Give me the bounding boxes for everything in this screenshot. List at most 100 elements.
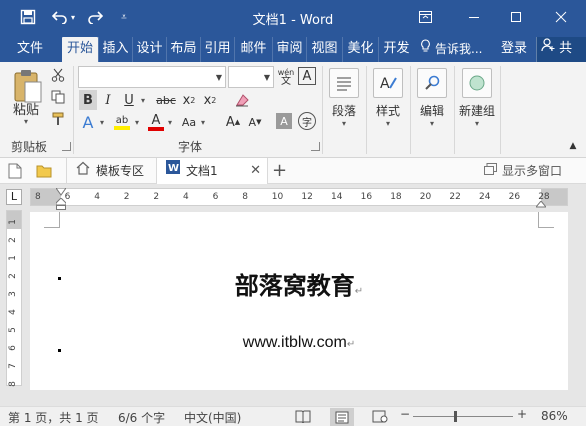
font-color-button[interactable]: A [147, 112, 165, 132]
login-link[interactable]: 登录 [501, 37, 527, 62]
zoom-level[interactable]: 86% [541, 409, 568, 423]
font-launcher-icon[interactable] [311, 142, 320, 151]
text-effects-dropdown-icon[interactable]: ▾ [97, 112, 107, 132]
subscript-button[interactable]: x2 [180, 90, 198, 110]
document-tabs-bar: 模板专区 W 文档1 ✕ + 显示多窗口 [0, 158, 586, 184]
tab-design[interactable]: 设计 [132, 37, 166, 62]
share-button[interactable]: 共 [536, 37, 586, 62]
char-shading-button[interactable]: A [276, 113, 292, 129]
tab-home[interactable]: 开始 [62, 37, 98, 62]
zoom-in-button[interactable]: + [517, 407, 527, 421]
minimize-icon[interactable] [463, 6, 485, 28]
document-heading[interactable]: 部落窝教育↵ [30, 266, 568, 301]
tab-file[interactable]: 文件 [8, 37, 52, 62]
template-tab-label: 模板专区 [96, 164, 145, 178]
font-color-dropdown-icon[interactable]: ▾ [165, 112, 175, 132]
language-indicator[interactable]: 中文(中国) [184, 409, 241, 426]
paste-label[interactable]: 粘贴 [8, 100, 44, 118]
shrink-font-button[interactable]: A ▼ [246, 112, 264, 132]
highlight-color-swatch [114, 125, 130, 130]
collapse-ribbon-icon[interactable]: ▲ [566, 140, 580, 152]
horizontal-ruler[interactable]: 8 6 4 2 2 4 6 8 10 12 14 16 18 20 22 24 26 28 [30, 185, 568, 210]
tab-review[interactable]: 审阅 [272, 37, 306, 62]
ruler-tick-label: 6 [212, 192, 219, 202]
paragraph-button[interactable]: 段落 ▾ [322, 66, 366, 134]
editing-button[interactable]: 编辑 ▾ [410, 66, 454, 134]
maximize-icon[interactable] [505, 6, 527, 28]
font-size-combo[interactable]: ▼ [228, 66, 274, 88]
zoom-slider[interactable] [413, 416, 513, 417]
tab-beautify[interactable]: 美化 [342, 37, 378, 62]
enclose-char-button[interactable]: 字 [298, 112, 316, 130]
text-effects-button[interactable]: A [79, 112, 97, 132]
hanging-indent-marker[interactable] [55, 197, 67, 210]
phonetic-guide-button[interactable]: wén 文 [276, 66, 296, 88]
tab-insert[interactable]: 插入 [98, 37, 132, 62]
highlight-button[interactable]: ab [112, 112, 132, 132]
read-mode-icon[interactable] [295, 410, 311, 426]
underline-dropdown-icon[interactable]: ▾ [137, 90, 149, 110]
window-title: 文档1 - Word [252, 13, 334, 28]
first-line-indent-marker[interactable] [55, 185, 67, 196]
tab-references[interactable]: 引用 [200, 37, 234, 62]
ruler-tick-label: 2 [153, 192, 160, 202]
document-tab[interactable]: W 文档1 ✕ [156, 158, 268, 184]
paste-dropdown-icon[interactable]: ▾ [20, 116, 32, 126]
paragraph-label: 段落 [331, 104, 356, 118]
copy-icon[interactable] [48, 88, 68, 106]
ribbon-display-options-icon[interactable] [414, 6, 436, 28]
folder-icon[interactable] [36, 158, 52, 184]
font-name-combo[interactable]: ▼ [78, 66, 226, 88]
underline-button[interactable]: U [121, 90, 137, 110]
tab-mailings[interactable]: 邮件 [234, 37, 272, 62]
ruler-tick-label: 2 [7, 237, 18, 243]
ruler-tick-label: 8 [7, 381, 18, 387]
styles-button[interactable]: A 样式 ▾ [366, 66, 410, 134]
new-group-button[interactable]: 新建组 ▾ [454, 66, 500, 134]
title-bar: ▾ ⩡ 文档1 - Word [0, 0, 586, 34]
word-count[interactable]: 6/6 个字 [118, 409, 165, 426]
new-tab-icon[interactable]: + [272, 158, 287, 184]
print-layout-icon[interactable] [330, 408, 354, 426]
document-url-line[interactable]: www.itblw.com↵ [30, 334, 568, 352]
ruler-tick-label: 8 [35, 192, 41, 202]
italic-button[interactable]: I [99, 90, 117, 110]
template-tab[interactable]: 模板专区 [66, 158, 152, 184]
ruler-tick-label: 8 [242, 192, 248, 202]
font-color-label: A [151, 112, 161, 128]
tab-layout[interactable]: 布局 [166, 37, 200, 62]
grow-font-button[interactable]: A ▲ [224, 112, 242, 132]
document-page[interactable]: 部落窝教育↵ www.itblw.com↵ [30, 212, 568, 390]
ruler-tick-label: 20 [419, 192, 432, 202]
superscript-label: x [203, 92, 212, 108]
highlight-dropdown-icon[interactable]: ▾ [132, 112, 142, 132]
strikethrough-button[interactable]: abc [154, 90, 178, 110]
format-painter-icon[interactable] [48, 110, 68, 128]
tab-developer[interactable]: 开发 [378, 37, 414, 62]
close-tab-icon[interactable]: ✕ [250, 158, 261, 184]
tab-view[interactable]: 视图 [306, 37, 342, 62]
clipboard-group-label: 剪贴板 [11, 140, 48, 154]
zoom-slider-thumb[interactable] [454, 411, 458, 422]
tell-me-text: 告诉我... [435, 42, 483, 56]
change-case-button[interactable]: Aa [180, 112, 198, 132]
bold-button[interactable]: B [79, 90, 97, 110]
web-layout-icon[interactable] [372, 410, 388, 426]
close-icon[interactable] [550, 6, 572, 28]
clipboard-launcher-icon[interactable] [62, 142, 71, 151]
right-indent-marker[interactable] [534, 198, 548, 208]
group-divider [73, 66, 74, 154]
vertical-ruler[interactable]: 1 2 1 2 3 4 5 6 7 8 [6, 210, 22, 387]
clear-formatting-icon[interactable] [232, 90, 252, 110]
char-border-button[interactable]: A [298, 67, 316, 85]
ruler-tick-label: 7 [7, 363, 18, 369]
cut-icon[interactable] [48, 66, 68, 84]
multi-window-button[interactable]: 显示多窗口 [484, 158, 562, 184]
tell-me-box[interactable]: 告诉我... [420, 37, 482, 62]
superscript-button[interactable]: x2 [201, 90, 219, 110]
page-count[interactable]: 第 1 页，共 1 页 [8, 409, 99, 426]
change-case-dropdown-icon[interactable]: ▾ [198, 112, 208, 132]
zoom-out-button[interactable]: − [400, 407, 410, 421]
tab-selector-icon[interactable]: L [6, 189, 22, 205]
file-icon[interactable] [8, 158, 22, 184]
